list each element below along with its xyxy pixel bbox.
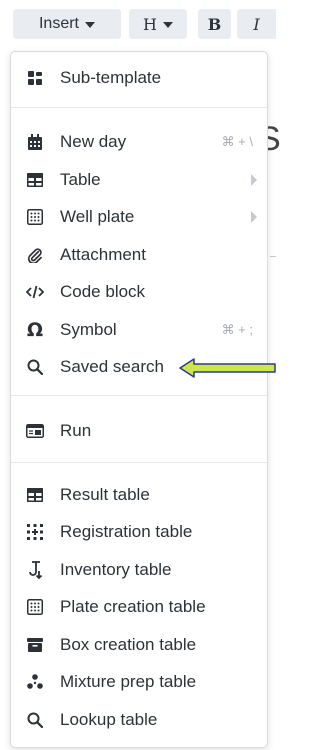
shortcut-hint: ⌘ + ; bbox=[221, 322, 253, 337]
menu-item-registration-table[interactable]: Registration table bbox=[11, 514, 267, 550]
result-table-icon bbox=[26, 486, 44, 504]
menu-divider bbox=[11, 395, 267, 396]
insert-menu-button[interactable]: Insert bbox=[13, 9, 121, 39]
search-icon bbox=[26, 711, 44, 729]
menu-item-well-plate[interactable]: Well plate bbox=[11, 199, 267, 235]
menu-item-attachment[interactable]: Attachment bbox=[11, 237, 267, 273]
menu-item-sub-template[interactable]: Sub-template bbox=[11, 60, 267, 96]
heading-button[interactable]: H bbox=[129, 9, 187, 39]
paperclip-icon bbox=[26, 246, 44, 264]
insert-button-label: Insert bbox=[38, 15, 79, 32]
shortcut-hint: ⌘ + \ bbox=[221, 134, 253, 149]
chevron-right-icon bbox=[251, 174, 257, 186]
italic-button[interactable]: I bbox=[237, 9, 276, 39]
bold-button-label: B bbox=[207, 14, 222, 34]
search-icon bbox=[26, 358, 44, 376]
menu-item-label: Code block bbox=[60, 282, 146, 301]
plate-creation-icon bbox=[26, 598, 44, 616]
menu-item-lookup-table[interactable]: Lookup table bbox=[11, 702, 267, 738]
inventory-table-icon bbox=[26, 561, 44, 579]
registration-table-icon bbox=[26, 523, 44, 541]
menu-divider bbox=[11, 462, 267, 463]
chevron-right-icon bbox=[251, 211, 257, 223]
menu-item-result-table[interactable]: Result table bbox=[11, 477, 267, 513]
table-icon bbox=[26, 171, 44, 189]
annotation-arrow-icon bbox=[179, 358, 276, 378]
chevron-down-icon bbox=[85, 22, 95, 28]
menu-item-label: Sub-template bbox=[60, 68, 162, 87]
menu-item-symbol[interactable]: Ω Symbol ⌘ + ; bbox=[11, 312, 267, 348]
menu-item-label: Saved search bbox=[60, 357, 164, 376]
calendar-icon bbox=[26, 133, 44, 151]
menu-item-label: Result table bbox=[60, 485, 150, 504]
italic-button-label: I bbox=[253, 14, 260, 34]
menu-item-label: Well plate bbox=[60, 207, 135, 226]
menu-item-label: Inventory table bbox=[60, 560, 172, 579]
menu-item-inventory-table[interactable]: Inventory table bbox=[11, 552, 267, 588]
menu-item-label: Plate creation table bbox=[60, 597, 206, 616]
menu-item-label: Mixture prep table bbox=[60, 672, 197, 691]
bold-button[interactable]: B bbox=[198, 9, 231, 39]
menu-item-label: Box creation table bbox=[60, 635, 197, 654]
heading-button-label: H bbox=[143, 14, 157, 34]
menu-item-label: Symbol bbox=[60, 320, 117, 339]
menu-item-new-day[interactable]: New day ⌘ + \ bbox=[11, 124, 267, 160]
background-divider bbox=[270, 256, 276, 257]
box-creation-icon bbox=[26, 636, 44, 654]
menu-item-plate-creation-table[interactable]: Plate creation table bbox=[11, 589, 267, 625]
menu-item-label: Table bbox=[60, 170, 101, 189]
code-icon bbox=[26, 283, 44, 301]
insert-dropdown-menu: Sub-template New day ⌘ + \ Table Well pl… bbox=[10, 51, 268, 748]
menu-item-label: Attachment bbox=[60, 245, 146, 264]
menu-item-table[interactable]: Table bbox=[11, 162, 267, 198]
menu-item-run[interactable]: Run bbox=[11, 413, 267, 449]
menu-item-code-block[interactable]: Code block bbox=[11, 274, 267, 310]
menu-item-mixture-prep-table[interactable]: Mixture prep table bbox=[11, 664, 267, 700]
mixture-prep-icon bbox=[26, 673, 44, 691]
omega-icon: Ω bbox=[26, 319, 44, 341]
menu-item-label: Run bbox=[60, 421, 92, 440]
menu-item-label: Lookup table bbox=[60, 710, 158, 729]
run-icon bbox=[26, 422, 44, 440]
menu-item-label: New day bbox=[60, 132, 127, 151]
menu-divider bbox=[11, 107, 267, 108]
sub-template-icon bbox=[26, 69, 44, 87]
editor-toolbar: Insert H B I bbox=[0, 0, 276, 48]
menu-item-label: Registration table bbox=[60, 522, 193, 541]
chevron-down-icon bbox=[162, 22, 173, 28]
well-plate-icon bbox=[26, 208, 44, 226]
menu-item-box-creation-table[interactable]: Box creation table bbox=[11, 627, 267, 663]
